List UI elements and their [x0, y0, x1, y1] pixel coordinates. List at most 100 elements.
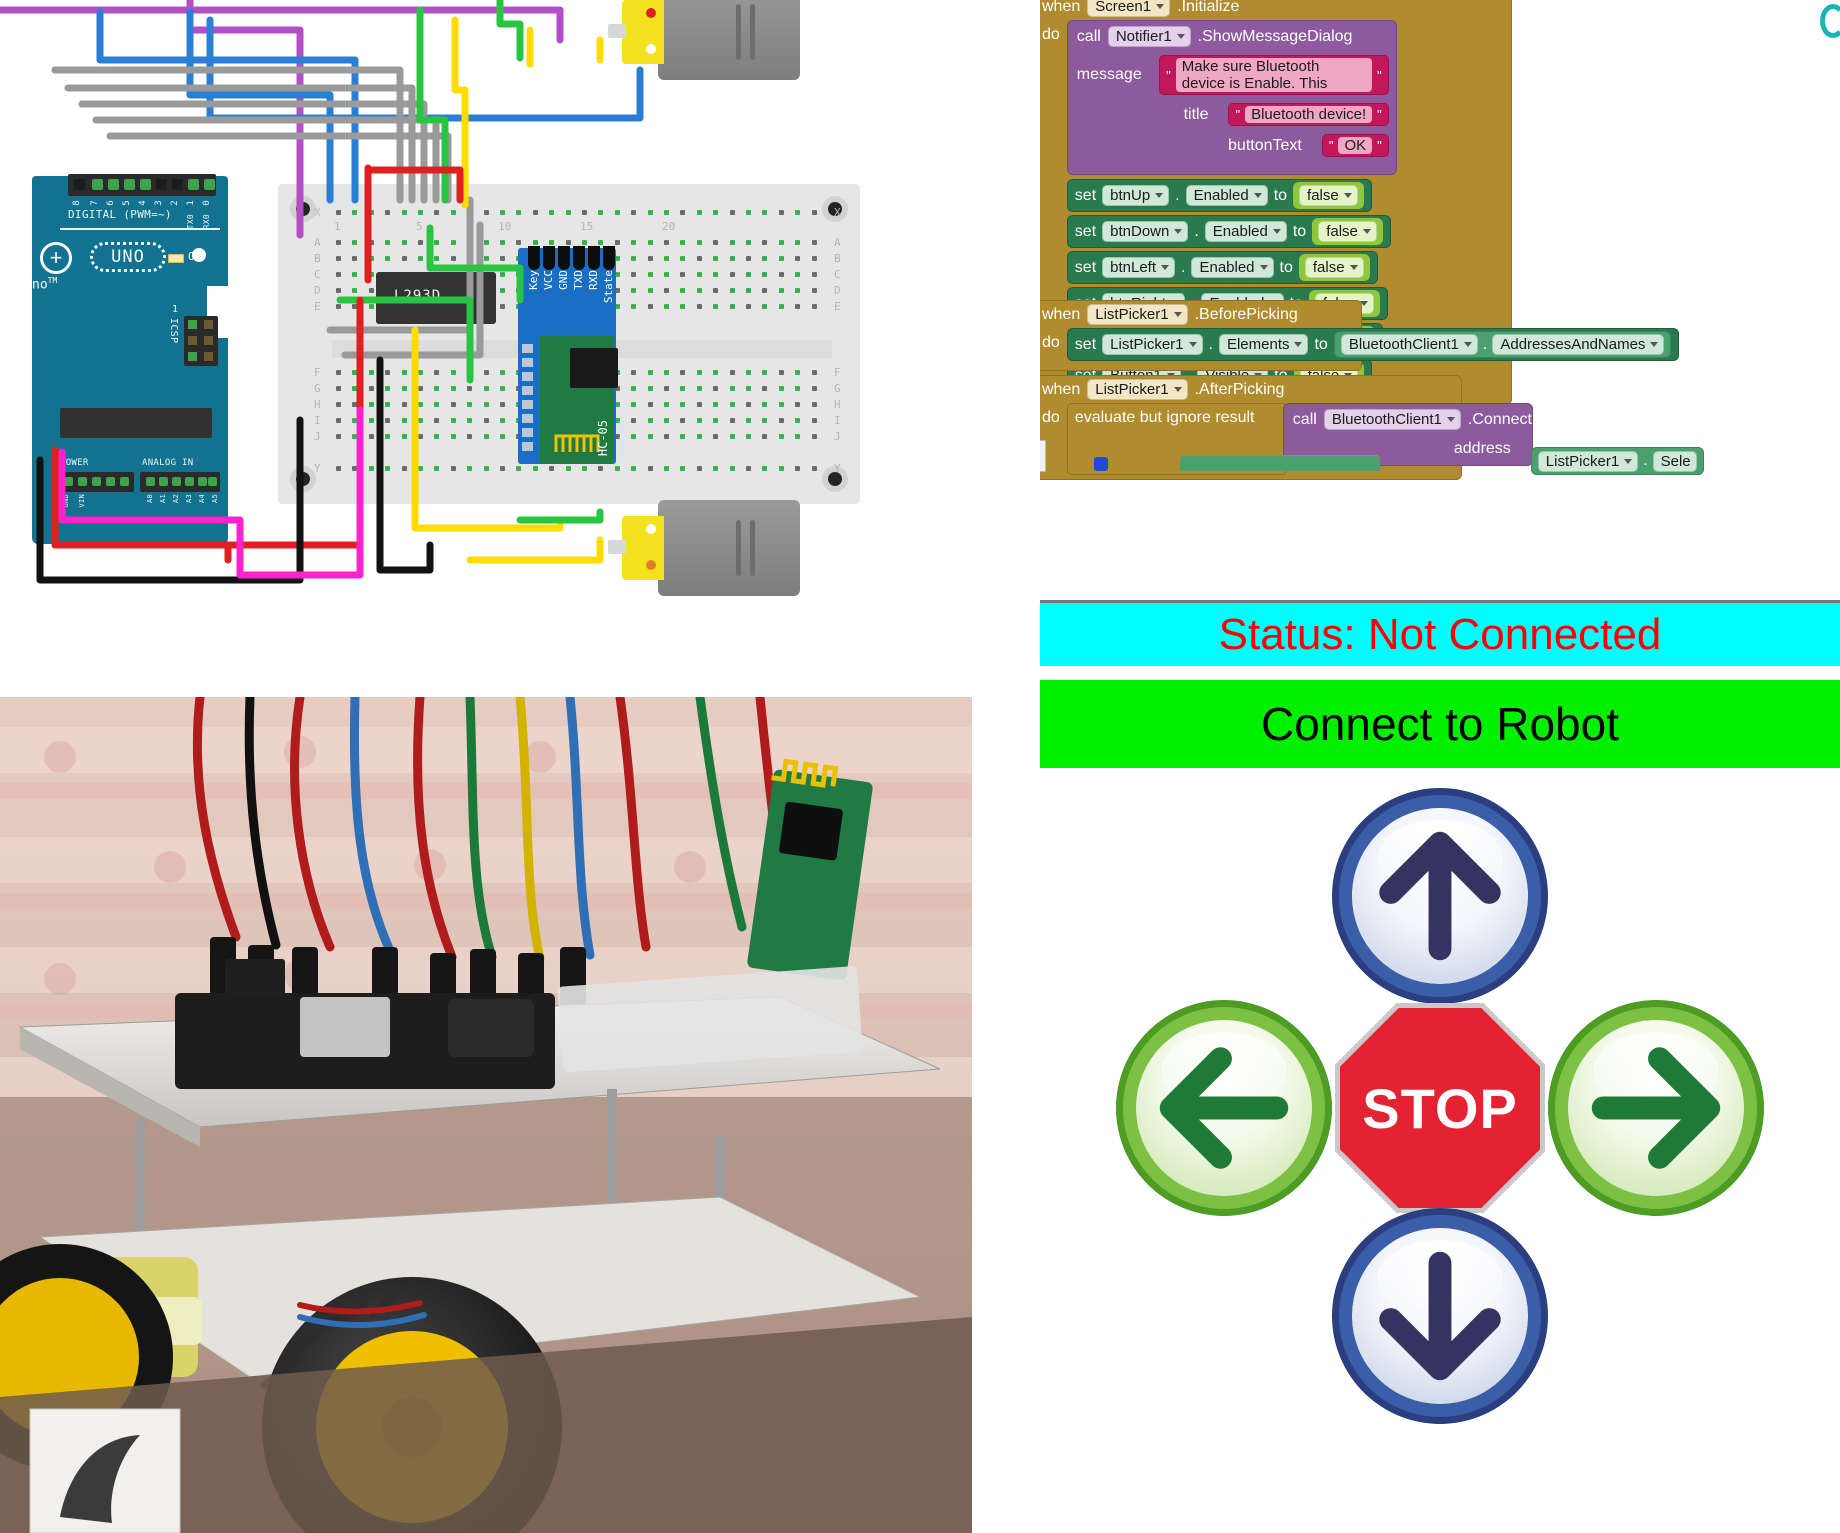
address-arg-label: address: [1453, 440, 1511, 457]
text-value[interactable]: Make sure Bluetooth device is Enable. Th…: [1175, 58, 1373, 92]
jumper-wires: [0, 0, 644, 584]
when-keyword: when: [1042, 380, 1081, 398]
block-listpicker-selection[interactable]: ListPicker1 . Sele: [1530, 447, 1704, 475]
robot-photo-illustration: [0, 697, 972, 1533]
stop-label: STOP: [1362, 1076, 1518, 1140]
set-keyword: set: [1074, 186, 1097, 204]
boolean-dropdown[interactable]: false: [1318, 221, 1377, 242]
notifier1-dropdown[interactable]: Notifier1: [1107, 26, 1191, 47]
block-set-listpicker-elements[interactable]: set ListPicker1 . Elements to BluetoothC…: [1066, 328, 1680, 361]
bt-property-dropdown[interactable]: AddressesAndNames: [1492, 334, 1665, 355]
boolean-dropdown[interactable]: false: [1304, 257, 1364, 278]
argument-label: message: [1076, 66, 1142, 83]
do-keyword: do: [1042, 334, 1060, 351]
call-keyword: call: [1076, 27, 1101, 45]
app-inventor-blocks-canvas: when Screen1 .Initialize do call Notifie…: [1040, 0, 1840, 555]
when-keyword: when: [1042, 305, 1081, 323]
text-block[interactable]: " OK ": [1321, 134, 1389, 157]
property-dropdown[interactable]: Elements: [1218, 334, 1309, 355]
listpicker1-dropdown[interactable]: ListPicker1: [1087, 379, 1188, 400]
dialog-argument-row: buttonText " OK ": [1077, 134, 1389, 157]
do-keyword: do: [1042, 409, 1060, 426]
btn-right[interactable]: [1568, 1020, 1744, 1196]
to-keyword: to: [1314, 335, 1328, 353]
text-block[interactable]: " Bluetooth device! ": [1228, 103, 1389, 126]
arrow-left-icon: [1159, 1047, 1289, 1169]
connect-to-robot-button[interactable]: Connect to Robot: [1040, 680, 1840, 768]
property-dropdown[interactable]: Enabled: [1185, 185, 1268, 206]
setter-row: set btnDown. Enabled to false: [1066, 215, 1397, 248]
when-keyword: when: [1042, 0, 1081, 15]
right-column: when Screen1 .Initialize do call Notifie…: [1040, 0, 1840, 1533]
boolean-dropdown[interactable]: false: [1299, 185, 1358, 206]
component-dropdown[interactable]: btnDown: [1102, 221, 1189, 242]
dot-separator: .: [1181, 258, 1186, 276]
text-value[interactable]: OK: [1338, 137, 1373, 154]
status-text: Status: Not Connected: [1218, 609, 1662, 659]
property-dropdown[interactable]: Enabled: [1204, 221, 1287, 242]
dialog-argument-row: title " Bluetooth device! ": [1077, 103, 1389, 126]
text-value[interactable]: Bluetooth device!: [1245, 106, 1373, 123]
bluetoothclient1-dropdown[interactable]: BluetoothClient1: [1323, 409, 1461, 430]
block-if-partial[interactable]: [1080, 455, 1380, 471]
boolean-value: false: [1307, 187, 1339, 204]
btn-stop[interactable]: STOP: [1335, 1003, 1545, 1213]
block-notifier-showmessagedialog[interactable]: call Notifier1 .ShowMessageDialog messag…: [1066, 20, 1397, 175]
event-name: .AfterPicking: [1194, 380, 1285, 398]
logic-value-block[interactable]: false: [1298, 254, 1370, 281]
component-dropdown[interactable]: btnUp: [1102, 185, 1170, 206]
block-body: do set ListPicker1 . Elements to Bluetoo…: [1040, 328, 1680, 371]
btn-down[interactable]: [1352, 1228, 1528, 1404]
listpicker-dropdown[interactable]: ListPicker1: [1537, 450, 1639, 472]
method-name: .ShowMessageDialog: [1197, 27, 1353, 45]
set-keyword: set: [1074, 222, 1097, 240]
logic-value-block[interactable]: false: [1293, 182, 1364, 209]
arrow-right-icon: [1591, 1047, 1721, 1169]
android-app-ui: Status: Not Connected Connect to Robot S…: [1040, 600, 1840, 1533]
boolean-value: false: [1326, 223, 1358, 240]
block-body: do evaluate but ignore result call Bluet…: [1040, 403, 1704, 485]
argument-label: title: [1183, 105, 1209, 123]
listpicker1-dropdown[interactable]: ListPicker1: [1087, 304, 1188, 325]
setter-row: set btnUp. Enabled to false: [1066, 179, 1397, 212]
dpad-controls: STOP: [1040, 790, 1840, 1533]
block-isconnected-partial[interactable]: [1180, 456, 1380, 471]
block-set-btnup-enabled[interactable]: set btnUp. Enabled to false: [1066, 179, 1372, 212]
do-keyword: do: [1042, 26, 1060, 43]
block-bluetooth-addresses[interactable]: BluetoothClient1 . AddressesAndNames: [1333, 331, 1672, 358]
event-name: .Initialize: [1177, 0, 1240, 15]
set-keyword: set: [1074, 335, 1097, 353]
btn-up[interactable]: [1352, 808, 1528, 984]
block-set-btndown-enabled[interactable]: set btnDown. Enabled to false: [1066, 215, 1391, 248]
setter-row: set btnLeft. Enabled to false: [1066, 251, 1397, 284]
screen1-dropdown[interactable]: Screen1: [1087, 0, 1171, 17]
event-name: .BeforePicking: [1194, 305, 1298, 323]
circuit-diagram: X X A A B B C C D D E E F F G G H H I I J J Y Y 1 5 10 15 20 L293D: [0, 0, 972, 697]
boolean-value: false: [1312, 259, 1345, 276]
arrow-up-icon: [1379, 831, 1501, 961]
dot-separator: .: [1208, 335, 1213, 353]
call-keyword: call: [1292, 410, 1317, 428]
component-dropdown[interactable]: ListPicker1: [1102, 334, 1203, 355]
scroll-fragment[interactable]: [1040, 440, 1046, 472]
method-name: .Connect: [1467, 410, 1532, 428]
bt-component-dropdown[interactable]: BluetoothClient1: [1340, 334, 1478, 355]
mutator-gear-icon[interactable]: [1094, 457, 1108, 471]
selection-property-dropdown[interactable]: Sele: [1652, 450, 1697, 472]
argument-label: buttonText: [1228, 136, 1302, 154]
to-keyword: to: [1279, 258, 1293, 276]
property-dropdown[interactable]: Enabled: [1191, 257, 1274, 278]
block-set-btnleft-enabled[interactable]: set btnLeft. Enabled to false: [1066, 251, 1378, 284]
clipped-block-fragment: [1820, 4, 1840, 38]
dot-separator: .: [1175, 186, 1180, 204]
set-keyword: set: [1074, 258, 1097, 276]
text-block[interactable]: " Make sure Bluetooth device is Enable. T…: [1159, 55, 1389, 95]
status-label: Status: Not Connected: [1040, 600, 1840, 666]
block-header: when Screen1 .Initialize: [1040, 0, 1512, 20]
arrow-down-icon: [1379, 1251, 1501, 1381]
component-dropdown[interactable]: btnLeft: [1102, 257, 1176, 278]
logic-value-block[interactable]: false: [1312, 218, 1383, 245]
block-listpicker-beforepicking[interactable]: when ListPicker1 .BeforePicking do set L…: [1040, 300, 1680, 371]
btn-left[interactable]: [1136, 1020, 1312, 1196]
robot-photo: [0, 697, 972, 1533]
